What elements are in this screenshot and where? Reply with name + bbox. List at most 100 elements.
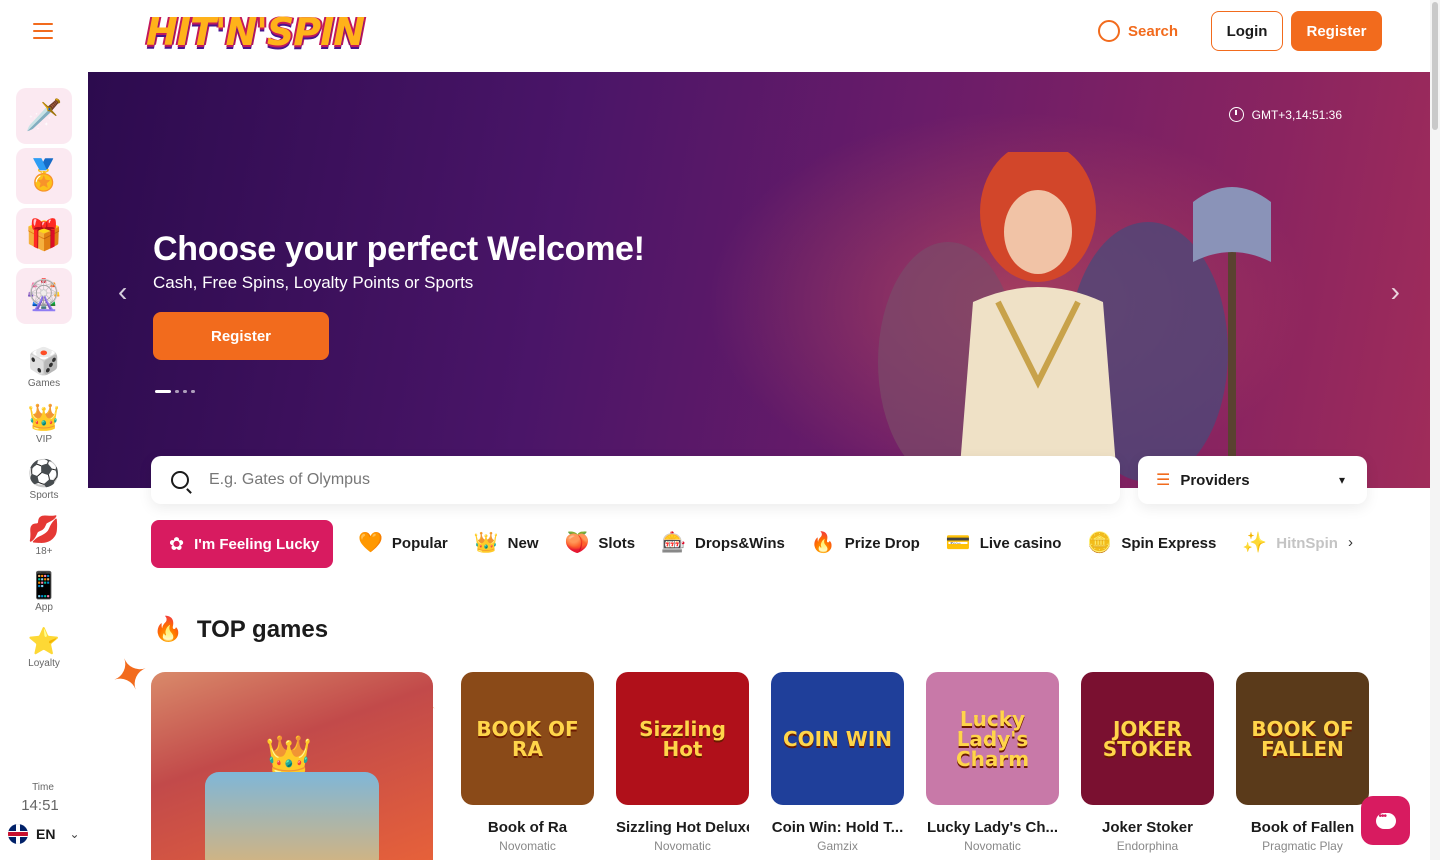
crown-icon: 👑 (473, 532, 499, 554)
sidebar-item-label: App (35, 602, 53, 613)
uk-flag-icon (8, 824, 28, 844)
carousel-dot[interactable] (175, 390, 179, 393)
clock-text: GMT+3,14:51:36 (1251, 107, 1342, 122)
carousel-prev-icon[interactable]: ‹ (118, 276, 127, 308)
sidebar-item-18plus[interactable]: 💋 18+ (0, 514, 88, 557)
ball-icon: ⚽ (27, 458, 61, 488)
chevron-down-icon: ⌄ (69, 827, 80, 841)
drops-wins-icon: 🎰 (661, 532, 686, 554)
category-slots[interactable]: 🍑 Slots (565, 530, 636, 556)
fire-drop-icon: 🔥 (810, 532, 836, 554)
game-title: Sizzling Hot Deluxe (616, 819, 749, 836)
hitnspin-icon: ✨ (1242, 532, 1268, 554)
top-header: HIT'N'SPIN Search Login Register (0, 0, 1430, 72)
game-thumbnail[interactable]: JOKER STOKER (1081, 672, 1214, 805)
promo-tile-sword[interactable]: 🗡️ (16, 88, 72, 144)
providers-dropdown[interactable]: ☰ Providers ▾ (1138, 456, 1367, 504)
featured-game-card[interactable]: 👑 (151, 672, 433, 860)
spark-decoration-icon: ✦ (104, 646, 157, 705)
game-card[interactable]: Sizzling Hot Sizzling Hot Deluxe Novomat… (616, 672, 749, 853)
cards-icon: 💳 (945, 532, 971, 554)
category-popular[interactable]: 🧡 Popular (358, 530, 448, 556)
sidebar-item-loyalty[interactable]: ⭐ Loyalty (0, 626, 88, 669)
sidebar-item-label: Games (27, 378, 61, 389)
game-thumbnail[interactable]: COIN WIN (771, 672, 904, 805)
promo-tile-gift[interactable]: 🎁 (16, 208, 72, 264)
scrollbar-thumb[interactable] (1432, 2, 1438, 130)
live-chat-button[interactable] (1361, 796, 1410, 845)
carousel-dot[interactable] (155, 390, 171, 393)
search-icon (171, 471, 189, 489)
menu-icon[interactable] (33, 23, 53, 39)
carousel-dot[interactable] (183, 390, 187, 393)
carousel-dot[interactable] (191, 390, 195, 393)
game-title: Book of Fallen (1250, 819, 1355, 836)
game-title: Coin Win: Hold T... (771, 819, 904, 836)
filter-sliders-icon: ☰ (1156, 472, 1171, 489)
game-provider: Novomatic (654, 839, 711, 853)
game-search-field[interactable] (151, 456, 1120, 504)
hero-characters-illustration (878, 152, 1271, 488)
sidebar-item-label: Sports (29, 490, 59, 501)
category-label: Popular (391, 534, 448, 552)
game-thumbnail[interactable]: BOOK OF FALLEN (1236, 672, 1369, 805)
phone-icon: 📱 (27, 570, 61, 600)
top-games-row: BOOK OF RA Book of Ra Novomatic Sizzling… (461, 672, 1369, 853)
promo-tile-medal[interactable]: 🏅 (16, 148, 72, 204)
carousel-next-icon[interactable]: › (1391, 276, 1400, 308)
game-provider: Pragmatic Play (1262, 839, 1343, 853)
feeling-lucky-label: I'm Feeling Lucky (194, 535, 320, 553)
game-title: Lucky Lady's Ch... (926, 819, 1059, 836)
game-provider: Novomatic (499, 839, 556, 853)
left-sidebar: 🗡️ 🏅 🎁 🎡 🎲 Games 👑 VIP ⚽ Sports 💋 18+ 📱 … (0, 72, 88, 860)
category-bar: 🧡 Popular 👑 New 🍑 Slots 🎰 Drops&Wins 🔥 Prize … (358, 530, 1338, 556)
login-button[interactable]: Login (1211, 11, 1283, 51)
sidebar-item-sports[interactable]: ⚽ Sports (0, 458, 88, 501)
section-title: TOP games (196, 615, 329, 643)
chevron-right-icon[interactable]: › (1348, 534, 1353, 551)
page: HIT'N'SPIN Search Login Register 🗡️ 🏅 🎁 … (0, 0, 1440, 860)
category-live-casino[interactable]: 💳 Live casino (946, 530, 1062, 556)
category-hitnspin[interactable]: ✨ HitnSpin (1242, 530, 1338, 556)
game-search-input[interactable] (209, 471, 1009, 489)
category-new[interactable]: 👑 New (474, 530, 539, 556)
game-card[interactable]: COIN WIN Coin Win: Hold T... Gamzix (771, 672, 904, 853)
sidebar-item-label: 18+ (35, 546, 53, 557)
game-thumbnail[interactable]: BOOK OF RA (461, 672, 594, 805)
register-button[interactable]: Register (1291, 11, 1382, 51)
sidebar-item-games[interactable]: 🎲 Games (0, 346, 88, 389)
game-card[interactable]: BOOK OF RA Book of Ra Novomatic (461, 672, 594, 853)
sword-icon: 🗡️ (25, 99, 63, 132)
chat-bubble-icon (1375, 811, 1396, 829)
category-spin-express[interactable]: 🪙 Spin Express (1087, 530, 1216, 556)
time-value: 14:51 (21, 797, 59, 814)
game-thumbnail[interactable]: Sizzling Hot (616, 672, 749, 805)
promo-tile-wheel[interactable]: 🎡 (16, 268, 72, 324)
carousel-dots (155, 390, 195, 393)
game-card[interactable]: Lucky Lady's Charm Lucky Lady's Ch... No… (926, 672, 1059, 853)
gift-icon: 🎁 (25, 219, 63, 252)
category-label: Drops&Wins (695, 534, 785, 552)
header-search-button[interactable]: Search (1098, 20, 1178, 42)
clock-icon (1228, 107, 1244, 122)
category-prize-drop[interactable]: 🔥 Prize Drop (811, 530, 920, 556)
feeling-lucky-button[interactable]: ✿ I'm Feeling Lucky (151, 520, 333, 568)
sidebar-item-label: VIP (35, 434, 53, 445)
chevron-down-icon: ▾ (1338, 473, 1345, 487)
time-label: Time (32, 782, 54, 793)
language-selector[interactable]: EN ⌄ (8, 824, 80, 844)
game-title: Book of Ra (487, 819, 568, 836)
wheel-icon: 🎡 (25, 279, 63, 312)
top-games-heading: 🔥 TOP games (153, 615, 328, 644)
page-scrollbar[interactable] (1430, 0, 1440, 860)
category-label: New (507, 534, 539, 552)
site-logo[interactable]: HIT'N'SPIN (146, 8, 365, 56)
game-card[interactable]: BOOK OF FALLEN Book of Fallen Pragmatic … (1236, 672, 1369, 853)
game-thumbnail[interactable]: Lucky Lady's Charm (926, 672, 1059, 805)
category-drops-wins[interactable]: 🎰 Drops&Wins (661, 530, 785, 556)
hero-register-button[interactable]: Register (153, 312, 329, 360)
medal-icon: 🏅 (25, 159, 63, 192)
game-card[interactable]: JOKER STOKER Joker Stoker Endorphina (1081, 672, 1214, 853)
sidebar-item-app[interactable]: 📱 App (0, 570, 88, 613)
sidebar-item-vip[interactable]: 👑 VIP (0, 402, 88, 445)
